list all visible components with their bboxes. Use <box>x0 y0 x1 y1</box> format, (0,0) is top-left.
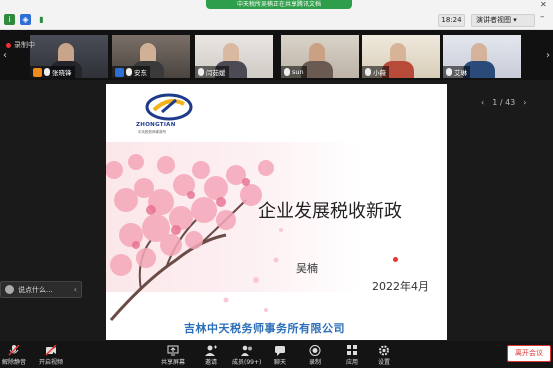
members-button[interactable]: 成员(99+) <box>232 345 261 366</box>
chat-placeholder: 说点什么... <box>18 285 53 294</box>
status-icons: i ◈ ▮ <box>4 14 47 25</box>
invite-label: 邀请 <box>205 359 218 366</box>
info-icon[interactable]: i <box>4 14 15 25</box>
host-badge-icon <box>33 67 42 77</box>
participant-name: 闫茹媛 <box>206 69 226 77</box>
close-icon[interactable]: ✕ <box>540 0 547 9</box>
participant-tile[interactable]: 张晓锋 <box>30 35 108 78</box>
slide-date: 2022年4月 <box>372 280 429 293</box>
slide-author: 吴楠 <box>296 262 318 275</box>
logo-subtitle: 中天税务师事务所 <box>138 130 166 134</box>
mic-muted-icon <box>8 345 20 356</box>
invite-button[interactable]: 邀请 <box>205 345 217 366</box>
add-person-icon <box>205 345 217 356</box>
next-slide-icon[interactable]: › <box>523 98 526 107</box>
participant-name: 小薇 <box>373 69 386 77</box>
share-label: 共享屏幕 <box>161 359 186 366</box>
video-button[interactable]: 开启视频 <box>39 345 63 366</box>
chat-input[interactable]: 说点什么... ‹ <box>0 281 82 298</box>
meeting-clock: 18:24 <box>438 14 465 27</box>
participant-face <box>140 43 156 63</box>
mic-icon <box>365 68 371 76</box>
participant-nameplate: 艾琳 <box>443 66 470 78</box>
mic-icon <box>126 68 132 76</box>
view-mode-dropdown[interactable]: 演讲者视图 ▾ <box>471 14 535 27</box>
mic-icon <box>198 68 204 76</box>
strip-next-icon[interactable]: › <box>543 44 553 68</box>
members-icon <box>240 345 252 356</box>
video-label: 开启视频 <box>39 359 64 366</box>
participant-nameplate: 张晓锋 <box>30 66 75 78</box>
participant-nameplate: 安东 <box>112 66 150 78</box>
top-bar: i ◈ ▮ 中天税所吴楠正在共享腾讯文档 18:24 演讲者视图 ▾ ✕ – <box>0 0 553 30</box>
record-button[interactable]: 录制 <box>309 345 321 366</box>
participant-nameplate: 小薇 <box>362 66 389 78</box>
settings-button[interactable]: 设置 <box>378 345 390 366</box>
participant-tile[interactable]: 艾琳 <box>443 35 521 78</box>
slide-company-name: 吉林中天税务师事务所有限公司 <box>184 322 345 335</box>
mic-icon <box>446 68 452 76</box>
cherry-blossom-illustration <box>106 154 283 321</box>
members-label: 成员(99+) <box>232 359 262 366</box>
settings-label: 设置 <box>378 359 391 366</box>
gear-icon <box>379 345 389 356</box>
apps-button[interactable]: 应用 <box>346 345 358 366</box>
chat-button[interactable]: 聊天 <box>274 345 286 366</box>
laser-pointer-dot <box>393 257 398 262</box>
participant-nameplate: 闫茹媛 <box>195 66 229 78</box>
participant-nameplate: sun <box>281 66 307 78</box>
logo-brand-text: ZHONGTIAN <box>136 122 176 128</box>
mic-icon <box>44 68 50 76</box>
participant-face <box>58 43 74 63</box>
record-dot-icon <box>6 42 11 48</box>
slide-pager: ‹ 1 / 43 › <box>481 98 526 107</box>
chevron-left-icon[interactable]: ‹ <box>74 285 77 294</box>
participant-face <box>223 43 239 63</box>
leave-meeting-button[interactable]: 离开会议 <box>507 345 551 362</box>
cohost-badge-icon <box>115 67 124 77</box>
participant-face <box>471 43 487 63</box>
share-screen-button[interactable]: 共享屏幕 <box>161 345 185 366</box>
share-banner: 中天税所吴楠正在共享腾讯文档 <box>206 0 352 9</box>
mute-label: 解除静音 <box>2 359 27 366</box>
page-indicator: 1 / 43 <box>492 98 516 107</box>
camera-off-icon <box>45 345 57 356</box>
share-screen-icon <box>167 345 179 356</box>
record-label: 录制 <box>309 359 322 366</box>
participant-tile[interactable]: 小薇 <box>362 35 440 78</box>
chat-icon <box>275 346 285 356</box>
participant-tile[interactable]: 安东 <box>112 35 190 78</box>
mic-icon <box>284 68 290 76</box>
apps-grid-icon <box>347 345 357 355</box>
participant-tile[interactable]: sun <box>281 35 359 78</box>
recording-label: 录制中 <box>14 41 35 49</box>
minimize-icon[interactable]: – <box>540 12 545 22</box>
signal-icon[interactable]: ▮ <box>36 14 47 25</box>
chat-label: 聊天 <box>274 359 287 366</box>
record-icon <box>309 345 321 356</box>
recording-indicator: 录制中 <box>6 40 35 50</box>
view-mode-label: 演讲者视图 <box>476 16 511 24</box>
participant-face <box>390 43 406 63</box>
prev-slide-icon[interactable]: ‹ <box>481 98 484 107</box>
participant-name: 艾琳 <box>454 69 467 77</box>
participant-tile[interactable]: 闫茹媛 <box>195 35 273 78</box>
mute-button[interactable]: 解除静音 <box>2 345 26 366</box>
shield-icon[interactable]: ◈ <box>20 14 31 25</box>
participant-name: 张晓锋 <box>52 69 72 77</box>
presentation-slide: ZHONGTIAN 中天税务师事务所 企业发展税收新政 吴楠 2022年4月 吉… <box>106 84 447 340</box>
emoji-icon[interactable] <box>5 285 14 294</box>
participant-name: sun <box>292 68 304 76</box>
apps-label: 应用 <box>346 359 359 366</box>
chevron-down-icon: ▾ <box>513 16 517 24</box>
slide-title: 企业发展税收新政 <box>258 201 402 222</box>
participant-face <box>309 43 325 63</box>
participant-name: 安东 <box>134 69 147 77</box>
